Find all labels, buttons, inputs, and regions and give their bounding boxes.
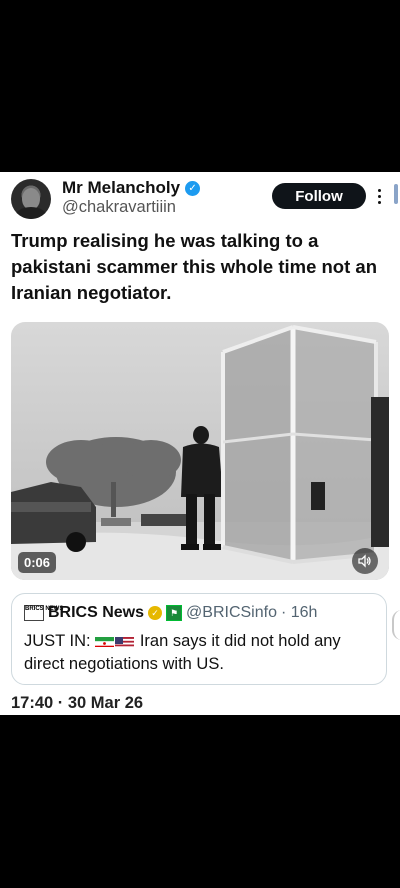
quote-text-prefix: JUST IN: xyxy=(24,632,91,650)
gold-verified-badge-icon: ✓ xyxy=(148,606,163,620)
author-handle[interactable]: @chakravartiiin xyxy=(62,198,176,217)
quoted-tweet[interactable]: BRICS NEWS BRICS News ✓ ⚑ @BRICSinfo · 1… xyxy=(11,593,387,685)
video-player[interactable] xyxy=(11,322,389,580)
verified-badge-icon: ✓ xyxy=(185,180,201,196)
volume-icon[interactable] xyxy=(352,548,378,574)
author-avatar[interactable] xyxy=(11,179,51,219)
more-options-icon[interactable] xyxy=(374,185,384,207)
tweet-timestamp[interactable]: 17:40 · 30 Mar 26 xyxy=(11,694,143,713)
brics-logo-icon: BRICS NEWS xyxy=(24,605,63,621)
quote-author-handle[interactable]: @BRICSinfo xyxy=(186,604,277,622)
author-name[interactable]: Mr Melancholy xyxy=(62,178,180,198)
quote-author-name[interactable]: BRICS News xyxy=(48,604,144,622)
follow-button[interactable]: Follow xyxy=(272,183,366,209)
quote-time: · 16h xyxy=(280,604,318,621)
author-name-row[interactable]: Mr Melancholy ✓ xyxy=(62,178,201,198)
tweet-text: Trump realising he was talking to a paki… xyxy=(11,230,377,303)
adjacent-card-edge xyxy=(392,610,400,640)
iran-flag-icon xyxy=(95,634,115,647)
video-frame xyxy=(11,322,389,580)
video-duration: 0:06 xyxy=(18,552,57,573)
us-flag-icon xyxy=(115,634,135,647)
affiliate-flag-icon: ⚑ xyxy=(166,605,183,621)
scroll-indicator xyxy=(394,184,398,204)
quote-text: JUST IN: Iran says it did not hold any d… xyxy=(24,630,374,676)
